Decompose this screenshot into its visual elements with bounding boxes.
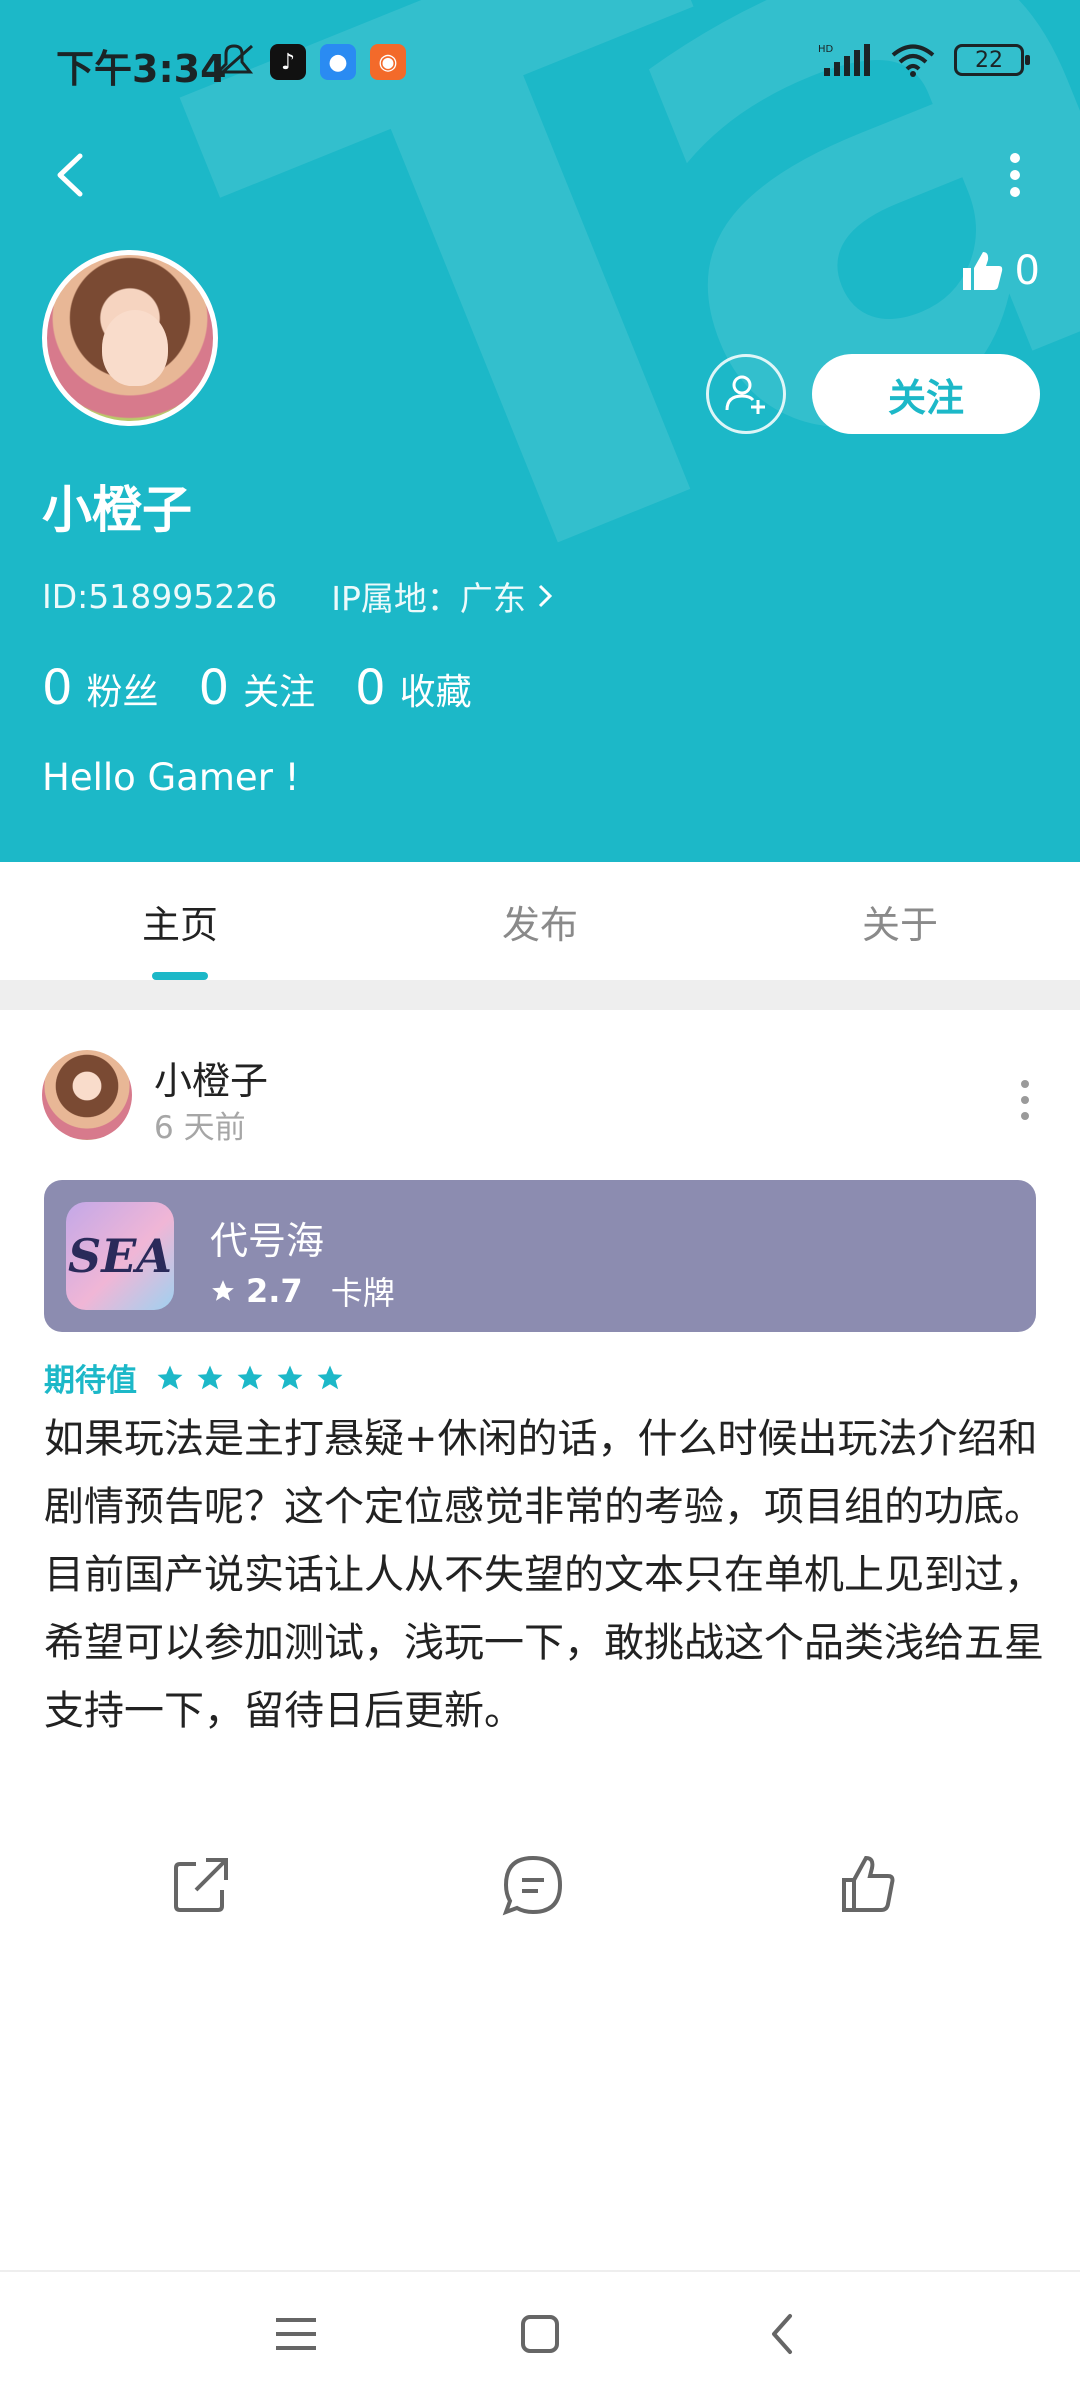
battery-icon: 22 bbox=[954, 44, 1030, 76]
game-card[interactable]: SEA 代号海 2.7 卡牌 bbox=[44, 1180, 1036, 1332]
post-actions bbox=[0, 1850, 1080, 1930]
stat-following-num: 0 bbox=[198, 660, 230, 716]
follow-button[interactable]: 关注 bbox=[812, 354, 1040, 434]
star-icon bbox=[237, 1365, 263, 1389]
system-nav-bar bbox=[0, 2270, 1080, 2400]
profile-tabs: 主页 发布 关于 bbox=[0, 862, 1080, 980]
profile-header: Tap 下午3:34 ♪ ● ◉ HD 22 0 关注 小橙子 ID:51899… bbox=[0, 0, 1080, 862]
thumbs-up-icon bbox=[962, 252, 1002, 290]
thumbs-up-outline-icon[interactable] bbox=[834, 1850, 904, 1920]
chevron-right-icon bbox=[538, 584, 552, 608]
stat-fans[interactable]: 0 粉丝 bbox=[42, 660, 159, 716]
post-author-name[interactable]: 小橙子 bbox=[154, 1050, 268, 1105]
post-more-button[interactable] bbox=[1010, 1070, 1040, 1130]
game-meta: 2.7 卡牌 bbox=[210, 1268, 395, 1314]
profile-stats: 0 粉丝 0 关注 0 收藏 bbox=[42, 660, 472, 716]
back-nav-button[interactable] bbox=[754, 2304, 814, 2364]
review-post: 小橙子 6 天前 SEA 代号海 2.7 卡牌 期待值 如果玩法是主打悬疑+休闲… bbox=[0, 1010, 1080, 1960]
status-time: 下午3:34 bbox=[56, 47, 227, 91]
stat-favorites-num: 0 bbox=[355, 660, 386, 716]
add-friend-button[interactable] bbox=[706, 354, 786, 434]
profile-bio: Hello Gamer ! bbox=[42, 756, 300, 799]
status-icons-right: HD 22 bbox=[818, 42, 1030, 78]
profile-avatar[interactable] bbox=[42, 250, 218, 426]
tab-home-label: 主页 bbox=[141, 902, 218, 947]
game-category: 卡牌 bbox=[330, 1274, 395, 1312]
chat-app-icon: ● bbox=[320, 44, 356, 80]
game-rating: 2.7 bbox=[246, 1272, 303, 1310]
tab-about-label: 关于 bbox=[861, 902, 938, 947]
expectation-label: 期待值 bbox=[44, 1363, 137, 1399]
tab-active-indicator bbox=[152, 972, 208, 980]
tab-posts-label: 发布 bbox=[501, 902, 578, 947]
star-icon bbox=[317, 1365, 343, 1389]
section-divider bbox=[0, 980, 1080, 1010]
post-body-text[interactable]: 如果玩法是主打悬疑+休闲的话，什么时候出玩法介绍和剧情预告呢？这个定位感觉非常的… bbox=[44, 1405, 1044, 1745]
post-author-avatar[interactable] bbox=[42, 1050, 132, 1140]
tab-posts[interactable]: 发布 bbox=[360, 862, 720, 980]
battery-level: 22 bbox=[975, 47, 1003, 73]
stat-following[interactable]: 0 关注 bbox=[199, 660, 316, 716]
wifi-icon bbox=[891, 44, 935, 77]
stat-favorites[interactable]: 0 收藏 bbox=[355, 660, 472, 716]
menu-nav-button[interactable] bbox=[266, 2304, 326, 2364]
stat-favorites-label: 收藏 bbox=[399, 672, 472, 713]
status-bar: 下午3:34 ♪ ● ◉ HD 22 bbox=[0, 0, 1080, 125]
post-timestamp: 6 天前 bbox=[154, 1110, 246, 1146]
star-icon bbox=[197, 1365, 223, 1389]
like-count-value: 0 bbox=[1014, 248, 1040, 294]
home-nav-button[interactable] bbox=[510, 2304, 570, 2364]
kuaishou-app-icon: ◉ bbox=[370, 44, 406, 80]
network-label: HD bbox=[818, 44, 834, 55]
rating-star-icon bbox=[212, 1280, 234, 1301]
profile-meta: ID:518995226 IP属地：广东 bbox=[42, 572, 554, 620]
star-icon bbox=[157, 1365, 183, 1389]
tab-home[interactable]: 主页 bbox=[0, 862, 360, 980]
ip-location-link[interactable]: IP属地：广东 bbox=[331, 572, 554, 620]
game-title: 代号海 bbox=[210, 1219, 325, 1263]
stat-fans-num: 0 bbox=[42, 660, 73, 716]
star-icon bbox=[277, 1365, 303, 1389]
mute-icon bbox=[214, 44, 254, 80]
tab-about[interactable]: 关于 bbox=[720, 862, 1080, 980]
signal-icon: HD bbox=[818, 44, 870, 76]
expectation-rating: 期待值 bbox=[44, 1355, 345, 1400]
more-menu-button[interactable] bbox=[990, 140, 1040, 210]
profile-id: ID:518995226 bbox=[42, 576, 278, 616]
back-button[interactable] bbox=[38, 140, 108, 210]
share-icon[interactable] bbox=[166, 1850, 236, 1920]
status-icons-left: ♪ ● ◉ bbox=[212, 42, 406, 82]
avatar-face bbox=[102, 310, 168, 386]
profile-like-button[interactable]: 0 bbox=[959, 248, 1040, 294]
profile-name: 小橙子 bbox=[42, 481, 192, 539]
add-user-icon bbox=[725, 375, 765, 414]
tiktok-app-icon: ♪ bbox=[270, 44, 306, 80]
comment-icon[interactable] bbox=[498, 1850, 568, 1920]
stat-following-label: 关注 bbox=[243, 672, 316, 713]
ip-location: IP属地：广东 bbox=[331, 579, 526, 618]
stat-fans-label: 粉丝 bbox=[86, 672, 159, 713]
game-icon: SEA bbox=[66, 1202, 174, 1310]
